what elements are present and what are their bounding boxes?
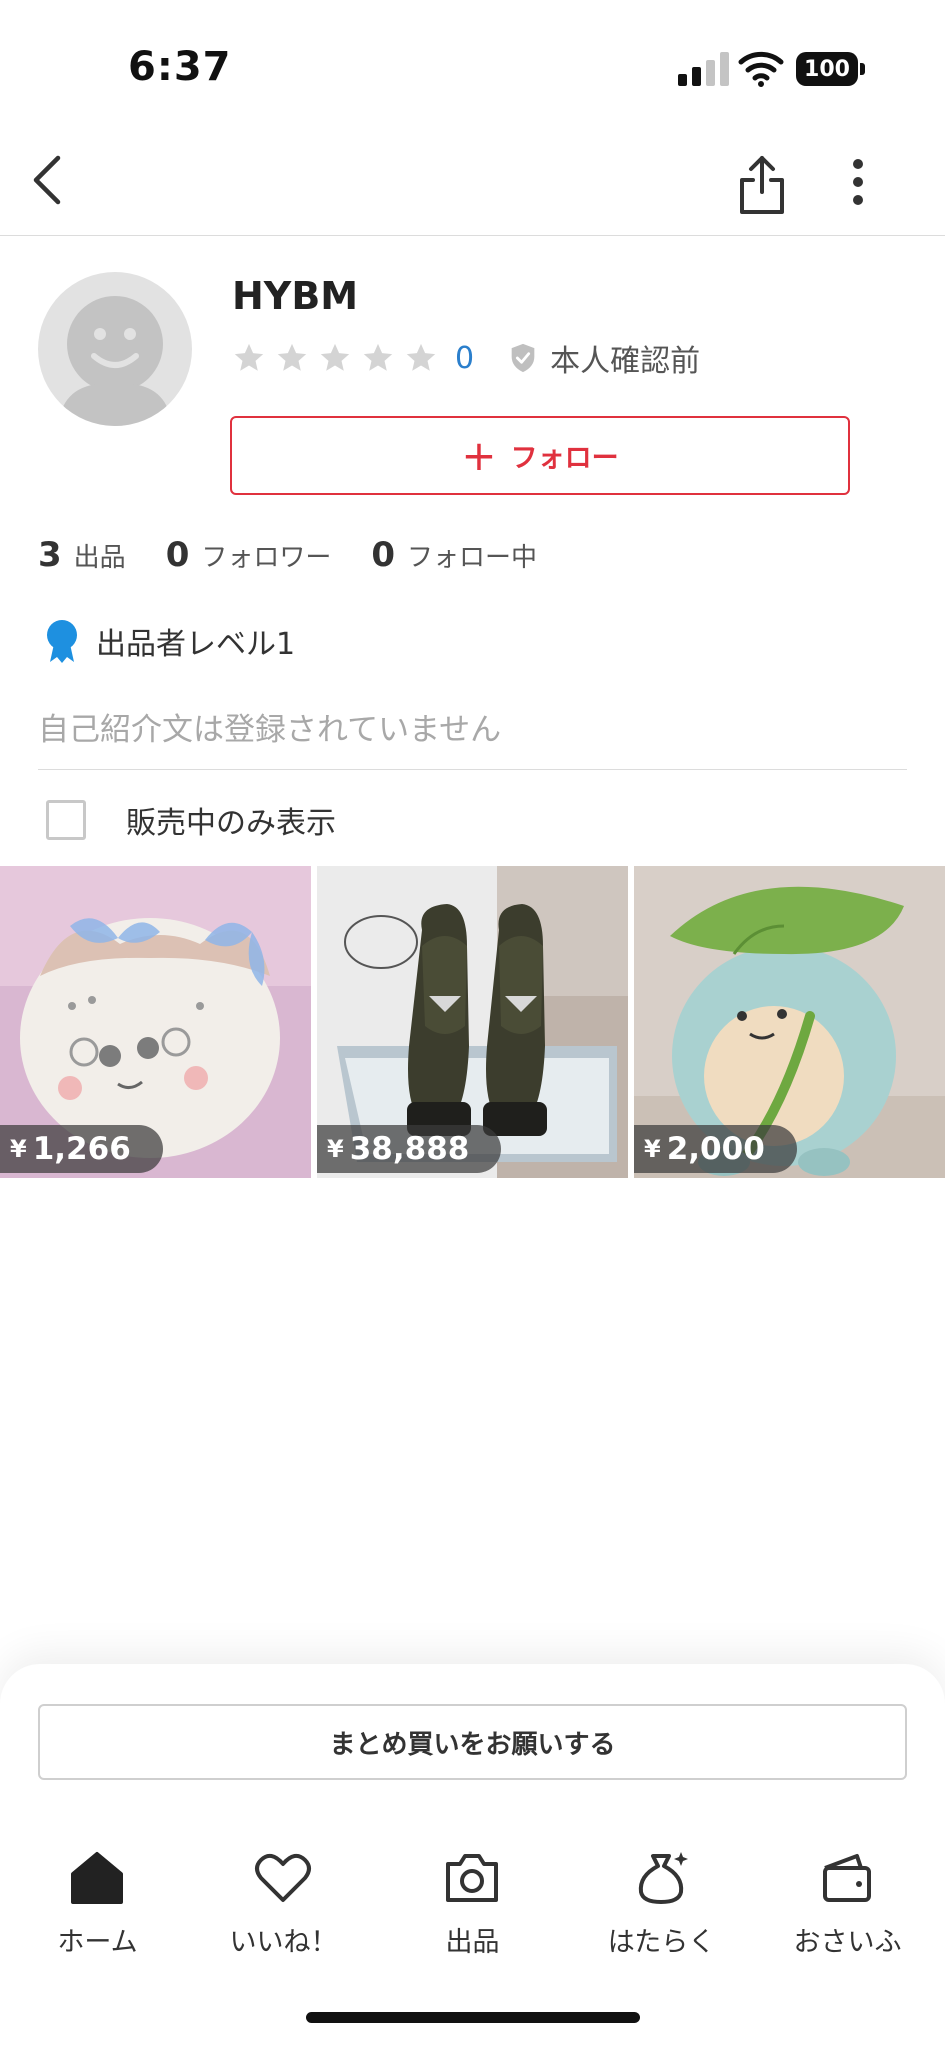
tab-home[interactable]: ホーム (3, 1848, 192, 1968)
item-tile[interactable]: ¥ 1,266 (0, 866, 311, 1178)
divider (38, 769, 907, 770)
item-price: 38,888 (349, 1131, 470, 1167)
star-icon (277, 343, 307, 371)
seller-level-text: 出品者レベル1 (96, 627, 296, 662)
item-price: 1,266 (32, 1131, 131, 1167)
price-badge: ¥ 2,000 (634, 1125, 797, 1173)
home-indicator[interactable] (306, 2012, 640, 2023)
status-bar: 6:37 100 (0, 0, 945, 130)
bulk-purchase-request-button[interactable]: まとめ買いをお願いする (38, 1704, 907, 1780)
tab-label: はたらく (607, 1927, 716, 1958)
profile-bio: 自己紹介文は登録されていません (38, 712, 502, 748)
star-icon (363, 343, 393, 371)
item-price: 2,000 (666, 1131, 765, 1167)
tab-label: いいね！ (229, 1927, 338, 1958)
battery-icon: 100 (796, 52, 866, 86)
tab-sell[interactable]: 出品 (378, 1848, 567, 1968)
money-bag-icon (638, 1852, 688, 1904)
verification-status: 本人確認前 (550, 344, 701, 379)
award-badge-icon (47, 620, 77, 663)
heart-icon (255, 1853, 311, 1902)
tab-label: おさいふ (793, 1927, 902, 1958)
tab-bar: ホーム いいね！ 出品 はたらく おさいふ (0, 1848, 945, 1968)
following-count[interactable]: 0 (371, 535, 395, 575)
item-tile[interactable]: ¥ 38,888 (317, 866, 628, 1178)
tab-wallet[interactable]: おさいふ (753, 1848, 942, 1968)
chevron-left-icon (33, 155, 61, 205)
avatar (38, 272, 192, 426)
listings-count[interactable]: 3 (38, 535, 62, 575)
followers-count[interactable]: 0 (166, 535, 190, 575)
currency-symbol: ¥ (327, 1135, 344, 1163)
wifi-icon (738, 51, 784, 87)
star-icon (406, 343, 436, 371)
status-time: 6:37 (128, 44, 232, 90)
wallet-icon (823, 1854, 871, 1902)
price-badge: ¥ 1,266 (0, 1125, 163, 1173)
on-sale-filter[interactable]: 販売中のみ表示 (46, 798, 336, 842)
follow-button-label: フォロー (510, 443, 619, 474)
on-sale-checkbox[interactable] (46, 800, 86, 840)
star-icon (320, 343, 350, 371)
currency-symbol: ¥ (10, 1135, 27, 1163)
back-button[interactable] (24, 148, 76, 212)
more-vertical-icon (853, 159, 863, 205)
listings-label[interactable]: 出品 (74, 537, 126, 574)
profile-counts: 3 出品 0 フォロワー 0 フォロー中 (38, 535, 577, 579)
star-icon (234, 343, 264, 371)
currency-symbol: ¥ (644, 1135, 661, 1163)
navigation-bar (0, 130, 945, 236)
item-tile[interactable]: ¥ 2,000 (634, 866, 945, 1178)
home-icon (71, 1852, 123, 1904)
tab-likes[interactable]: いいね！ (189, 1848, 378, 1968)
tab-work[interactable]: はたらく (567, 1848, 756, 1968)
tab-label: ホーム (57, 1927, 138, 1958)
follow-button[interactable]: + フォロー (230, 416, 850, 495)
bottom-sheet: まとめ買いをお願いする ホーム いいね！ 出品 はたらく おさいふ (0, 1664, 945, 2048)
item-grid: ¥ 1,266 ¥ 38,888 ¥ 2,000 (0, 866, 945, 1178)
followers-label[interactable]: フォロワー (201, 537, 331, 574)
seller-level[interactable]: 出品者レベル1 (44, 618, 295, 664)
rating-count[interactable]: 0 (455, 341, 474, 376)
camera-icon (446, 1854, 498, 1902)
verified-shield-icon (511, 343, 535, 373)
plus-icon: + (461, 430, 497, 480)
default-avatar-icon (58, 296, 172, 426)
on-sale-filter-label: 販売中のみ表示 (126, 806, 336, 841)
battery-level: 100 (796, 52, 858, 86)
share-icon (740, 156, 784, 214)
cellular-signal-icon (678, 52, 729, 86)
rating-row: 0 本人確認前 (232, 338, 701, 379)
following-label[interactable]: フォロー中 (407, 537, 537, 574)
tab-label: 出品 (445, 1927, 500, 1958)
username: HYBM (232, 274, 359, 318)
more-options-button[interactable] (838, 156, 878, 212)
share-button[interactable] (734, 152, 790, 216)
price-badge: ¥ 38,888 (317, 1125, 502, 1173)
